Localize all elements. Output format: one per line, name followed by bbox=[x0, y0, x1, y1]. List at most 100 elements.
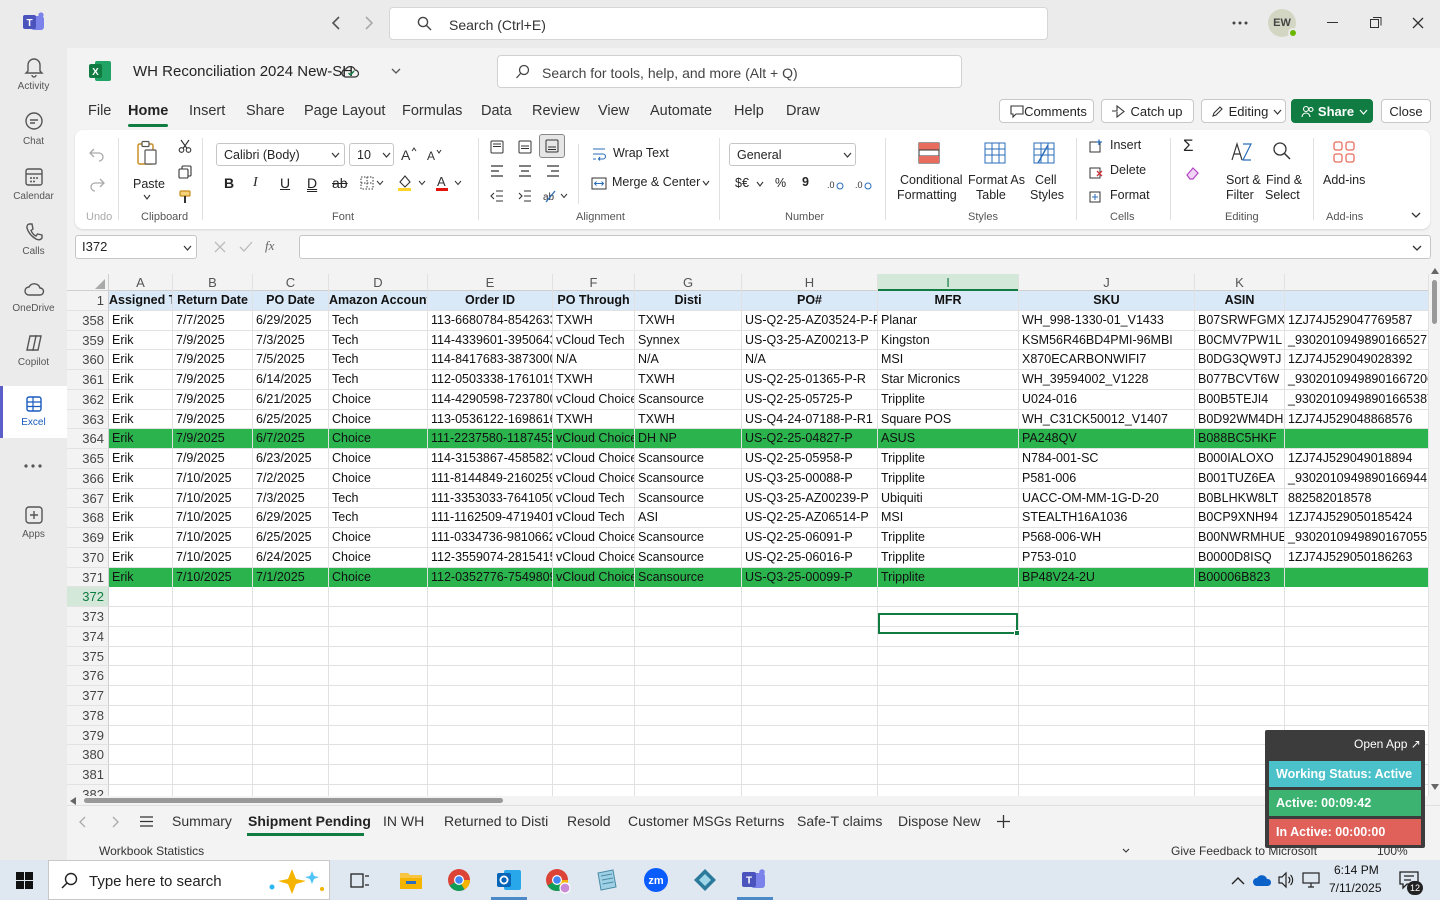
show-hidden-icons-icon[interactable] bbox=[1231, 876, 1245, 885]
table-cell[interactable]: Scansource bbox=[635, 488, 742, 508]
table-cell[interactable]: 111-8144849-2160259 bbox=[428, 468, 553, 488]
table-cell[interactable]: X870ECARBONWIFI7 bbox=[1019, 350, 1195, 370]
rail-item-excel[interactable]: Excel bbox=[0, 386, 67, 438]
column-header-h[interactable]: H bbox=[742, 274, 878, 291]
table-cell[interactable]: 7/10/2025 bbox=[173, 567, 253, 587]
align-center-icon[interactable] bbox=[518, 165, 532, 177]
fill-handle[interactable] bbox=[1014, 630, 1020, 636]
column-title-cell[interactable]: Return Date bbox=[173, 291, 253, 310]
table-cell[interactable]: 6/29/2025 bbox=[253, 310, 329, 330]
sheet-tab-in-wh[interactable]: IN WH bbox=[383, 813, 424, 829]
decrease-decimal-icon[interactable]: .0 bbox=[855, 177, 873, 191]
select-all-corner[interactable] bbox=[67, 274, 109, 291]
table-cell[interactable]: 6/25/2025 bbox=[253, 409, 329, 429]
table-cell[interactable]: Erik bbox=[109, 508, 173, 528]
table-cell[interactable]: _930201094989016705517 bbox=[1285, 528, 1429, 547]
row-header[interactable]: 370 bbox=[67, 547, 109, 568]
sync-status-icon[interactable] bbox=[341, 64, 360, 80]
volume-icon[interactable] bbox=[1278, 871, 1294, 889]
table-cell[interactable]: US-Q2-25-01365-P-R bbox=[742, 370, 878, 389]
rail-item-activity[interactable]: Activity bbox=[0, 56, 67, 92]
chevron-down-icon[interactable] bbox=[391, 68, 401, 74]
table-cell[interactable]: 7/9/2025 bbox=[173, 449, 253, 468]
chevron-down-icon[interactable] bbox=[702, 180, 710, 186]
merge-center-label[interactable]: Merge & Center bbox=[612, 175, 700, 189]
merge-center-icon[interactable] bbox=[591, 177, 607, 190]
table-cell[interactable]: Choice bbox=[329, 429, 428, 449]
table-cell[interactable]: Erik bbox=[109, 567, 173, 587]
remote-desktop-icon[interactable] bbox=[693, 868, 717, 892]
format-painter-icon[interactable] bbox=[178, 190, 192, 204]
zoom-icon[interactable]: zm bbox=[643, 867, 669, 893]
row-header[interactable]: 377 bbox=[67, 686, 109, 706]
table-cell[interactable]: Tripplite bbox=[878, 567, 1019, 587]
row-header[interactable]: 367 bbox=[67, 488, 109, 509]
table-cell[interactable]: Ubiquiti bbox=[878, 488, 1019, 508]
table-cell[interactable]: 1ZJ74J529047769587 bbox=[1285, 310, 1429, 330]
font-size-select[interactable]: 10 bbox=[349, 143, 394, 166]
table-cell[interactable]: Scansource bbox=[635, 449, 742, 468]
table-cell[interactable]: 6/21/2025 bbox=[253, 389, 329, 409]
table-cell[interactable]: 6/23/2025 bbox=[253, 449, 329, 468]
format-cells-label[interactable]: Format bbox=[1110, 188, 1150, 202]
table-cell[interactable]: 111-3353033-7641050 bbox=[428, 488, 553, 508]
network-icon[interactable] bbox=[1302, 872, 1320, 888]
table-cell[interactable]: US-Q2-25-05958-P bbox=[742, 449, 878, 468]
table-cell[interactable]: Tech bbox=[329, 310, 428, 330]
scroll-left-icon[interactable] bbox=[70, 797, 76, 805]
column-title-cell[interactable]: SKU bbox=[1019, 291, 1195, 310]
table-cell[interactable]: 7/7/2025 bbox=[173, 310, 253, 330]
table-cell[interactable]: N/A bbox=[553, 350, 635, 370]
sheet-tab-customer-msgs-returns[interactable]: Customer MSGs Returns bbox=[628, 813, 784, 829]
table-cell[interactable]: ASI bbox=[635, 508, 742, 528]
table-cell[interactable]: Choice bbox=[329, 389, 428, 409]
more-apps-icon[interactable] bbox=[24, 464, 42, 468]
row-header[interactable]: 363 bbox=[67, 409, 109, 430]
excel-search-input[interactable]: Search for tools, help, and more (Alt + … bbox=[497, 55, 962, 88]
table-cell[interactable]: B001TUZ6EA bbox=[1195, 468, 1285, 488]
table-cell[interactable]: Tripplite bbox=[878, 389, 1019, 409]
table-cell[interactable]: vCloud Choice bbox=[553, 429, 635, 449]
row-header[interactable]: 373 bbox=[67, 607, 109, 627]
table-cell[interactable]: WH_998-1330-01_V1433 bbox=[1019, 310, 1195, 330]
column-header-d[interactable]: D bbox=[329, 274, 428, 291]
table-cell[interactable]: BP48V24-2U bbox=[1019, 567, 1195, 587]
sheet-tab-dispose-new[interactable]: Dispose New bbox=[898, 813, 980, 829]
table-cell[interactable]: vCloud Tech bbox=[553, 488, 635, 508]
onedrive-tray-icon[interactable] bbox=[1253, 873, 1273, 887]
row-header[interactable]: 375 bbox=[67, 646, 109, 667]
find-select-label-2[interactable]: Select bbox=[1265, 188, 1300, 202]
row-header[interactable]: 369 bbox=[67, 528, 109, 548]
table-cell[interactable]: 7/10/2025 bbox=[173, 508, 253, 528]
table-cell[interactable]: Erik bbox=[109, 429, 173, 449]
formula-input[interactable] bbox=[299, 235, 1431, 259]
sheet-tab-safe-t-claims[interactable]: Safe-T claims bbox=[797, 813, 882, 829]
align-bottom-button[interactable] bbox=[539, 134, 565, 158]
table-cell[interactable]: Scansource bbox=[635, 468, 742, 488]
currency-format-button[interactable]: $€ bbox=[735, 176, 749, 190]
column-title-cell[interactable]: Order ID bbox=[428, 291, 553, 310]
table-cell[interactable]: Erik bbox=[109, 488, 173, 508]
align-left-icon[interactable] bbox=[490, 165, 504, 177]
table-cell[interactable]: 114-3153867-4585823 bbox=[428, 449, 553, 468]
clock-date[interactable]: 7/11/2025 bbox=[1329, 881, 1382, 895]
align-top-icon[interactable] bbox=[490, 140, 504, 154]
orientation-icon[interactable]: ab bbox=[543, 188, 569, 204]
table-cell[interactable]: Planar bbox=[878, 310, 1019, 330]
decrease-indent-icon[interactable] bbox=[490, 190, 504, 202]
tab-draw[interactable]: Draw bbox=[786, 103, 820, 119]
table-cell[interactable]: 7/9/2025 bbox=[173, 429, 253, 449]
user-avatar[interactable]: EW bbox=[1268, 9, 1298, 38]
column-title-cell[interactable]: Assigned To bbox=[109, 291, 173, 310]
table-cell[interactable]: vCloud Tech bbox=[553, 330, 635, 350]
table-cell[interactable]: vCloud Choice bbox=[553, 449, 635, 468]
table-cell[interactable]: vCloud Tech bbox=[553, 508, 635, 528]
row-header[interactable]: 378 bbox=[67, 705, 109, 726]
table-cell[interactable]: B0BLHKW8LT bbox=[1195, 488, 1285, 508]
table-cell[interactable]: MSI bbox=[878, 508, 1019, 528]
wrap-text-label[interactable]: Wrap Text bbox=[613, 146, 669, 160]
table-cell[interactable]: 7/9/2025 bbox=[173, 389, 253, 409]
scroll-down-icon[interactable] bbox=[1431, 784, 1439, 790]
table-cell[interactable]: _930201094989016694410 bbox=[1285, 468, 1429, 488]
sheet-tab-resold[interactable]: Resold bbox=[567, 813, 611, 829]
